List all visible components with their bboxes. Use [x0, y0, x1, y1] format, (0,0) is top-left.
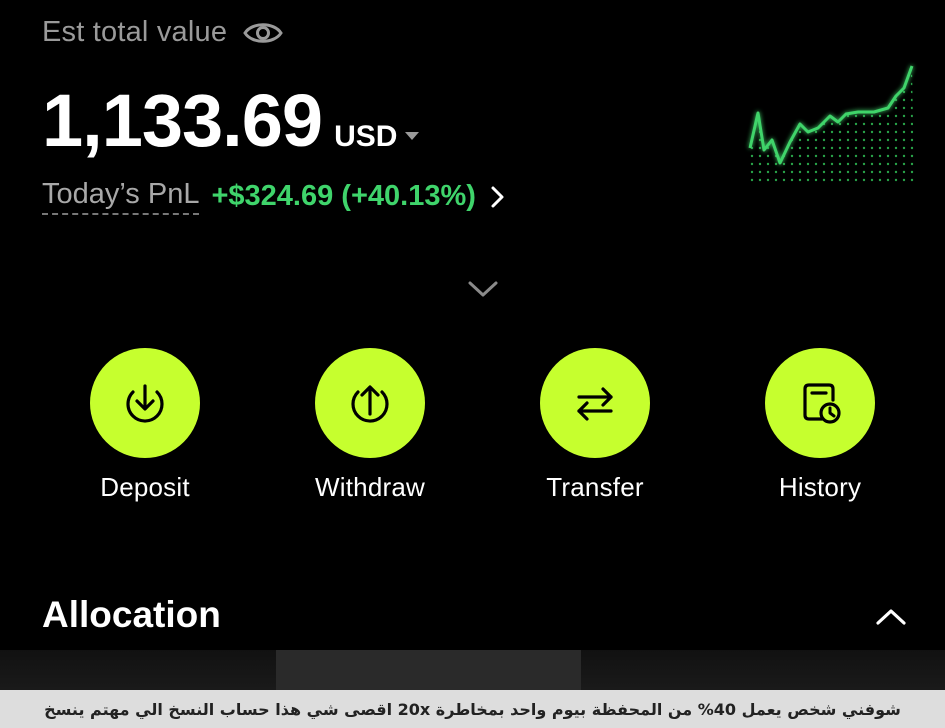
history-button[interactable]: History [730, 348, 910, 503]
withdraw-icon-circle[interactable] [315, 348, 425, 458]
video-background-strip [0, 650, 945, 690]
deposit-icon-circle[interactable] [90, 348, 200, 458]
pnl-label[interactable]: Today’s PnL [42, 178, 200, 215]
transfer-button[interactable]: Transfer [505, 348, 685, 503]
total-value-row: 1,133.69 USD [42, 78, 420, 163]
caret-down-icon [405, 132, 420, 140]
currency-selector[interactable]: USD [334, 120, 420, 154]
est-total-value-row: Est total value [42, 16, 283, 49]
pnl-value: +$324.69 (+40.13%) [211, 180, 476, 212]
history-label: History [778, 472, 862, 502]
transfer-label: Transfer [546, 472, 644, 502]
transfer-icon [577, 387, 613, 421]
transfer-icon-circle[interactable] [540, 348, 650, 458]
withdraw-button[interactable]: Withdraw [280, 348, 460, 503]
currency-label: USD [334, 120, 398, 153]
pnl-sparkline [748, 65, 914, 183]
video-panel [276, 650, 581, 690]
deposit-button[interactable]: Deposit [55, 348, 235, 503]
total-value-amount: 1,133.69 [42, 79, 323, 162]
withdraw-icon [351, 385, 389, 423]
chevron-up-icon[interactable] [874, 606, 908, 628]
est-total-value-label: Est total value [42, 16, 228, 48]
deposit-icon [126, 384, 164, 423]
history-icon-circle[interactable] [765, 348, 875, 458]
chevron-right-icon[interactable] [488, 183, 508, 211]
caption-text: شوفني شخص يعمل 40% من المحفظة بيوم واحد … [44, 699, 901, 719]
todays-pnl-row[interactable]: Today’s PnL +$324.69 (+40.13%) [42, 178, 508, 215]
withdraw-label: Withdraw [315, 472, 425, 502]
history-icon [803, 383, 841, 424]
deposit-label: Deposit [100, 472, 190, 502]
eye-icon[interactable] [243, 19, 283, 47]
chevron-down-icon[interactable] [466, 278, 500, 300]
allocation-title: Allocation [42, 594, 221, 635]
wallet-overview-screen: Est total value 1,133.69 USD Today’s PnL… [0, 0, 945, 728]
caption-overlay: شوفني شخص يعمل 40% من المحفظة بيوم واحد … [0, 690, 945, 728]
